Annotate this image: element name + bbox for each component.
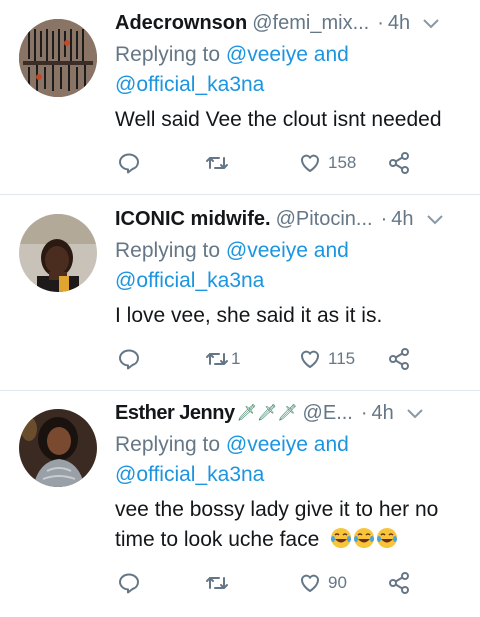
heart-icon [298, 571, 322, 595]
retweet-button[interactable] [205, 568, 229, 598]
timestamp[interactable]: 4h [372, 402, 394, 425]
share-icon [387, 347, 411, 371]
replying-to-line2: @official_ka3na [115, 460, 264, 490]
action-bar: 1 115 [115, 344, 466, 374]
like-count: 90 [328, 573, 347, 592]
retweet-count: 1 [231, 349, 241, 368]
display-name[interactable]: ICONIC midwife. [115, 208, 271, 231]
mention-link[interactable]: @official_ka3na [115, 463, 264, 486]
replying-to: Replying to @veeiye and [115, 236, 349, 266]
replying-to-line2: @official_ka3na [115, 266, 264, 296]
reply-button[interactable] [117, 568, 141, 598]
tweet-text-fragment: time to look uche face [115, 528, 320, 551]
tweet[interactable]: Adecrownson @femi_mix... · 4h Replying t… [0, 0, 480, 195]
share-button[interactable] [387, 148, 411, 178]
share-button[interactable] [387, 344, 411, 374]
mention-link[interactable]: @veeiye [226, 239, 308, 262]
display-name[interactable]: Esther Jenny [115, 402, 235, 425]
mention-link[interactable]: @official_ka3na [115, 269, 264, 292]
reply-icon [117, 151, 141, 175]
tweet[interactable]: ICONIC midwife. @Pitocin... · 4h Replyin… [0, 195, 480, 391]
mention-conjunction: and [313, 239, 349, 262]
retweet-button[interactable] [205, 148, 229, 178]
replying-prefix: Replying to [115, 239, 221, 262]
like-count: 158 [328, 153, 357, 172]
reply-button[interactable] [117, 148, 141, 178]
action-bar: 90 [115, 568, 466, 598]
tweet-header: Esther Jenny 🗡🗡🗡 @E... · 4h [115, 398, 466, 428]
share-icon [387, 151, 411, 175]
chevron-down-icon[interactable] [426, 210, 444, 228]
tweet-text: Well said Vee the clout isnt needed [115, 108, 442, 131]
retweet-icon [205, 151, 229, 175]
user-handle[interactable]: @femi_mix... [252, 12, 369, 35]
tweet-text: vee the bossy lady give it to her no tim… [115, 495, 466, 555]
chevron-down-icon[interactable] [422, 14, 440, 32]
display-name[interactable]: Adecrownson [115, 12, 247, 35]
like-button[interactable]: 115 [298, 344, 355, 374]
replying-to: Replying to @veeiye and [115, 430, 349, 460]
tweet-header: Adecrownson @femi_mix... · 4h [115, 8, 466, 38]
mention-link[interactable]: @veeiye [226, 433, 308, 456]
tweet[interactable]: Esther Jenny 🗡🗡🗡 @E... · 4h Replying to … [0, 391, 480, 617]
chevron-down-icon[interactable] [406, 404, 424, 422]
laughing-emoji [329, 528, 398, 551]
like-button[interactable]: 90 [298, 568, 347, 598]
tweet-header: ICONIC midwife. @Pitocin... · 4h [115, 204, 466, 234]
tweet-text: I love vee, she said it as it is. [115, 304, 383, 327]
user-handle[interactable]: @E... [303, 402, 353, 425]
separator-dot: · [377, 11, 384, 34]
retweet-icon [205, 347, 229, 371]
heart-icon [298, 347, 322, 371]
retweet-button[interactable]: 1 [205, 344, 240, 374]
replying-to-line2: @official_ka3na [115, 70, 264, 100]
separator-dot: · [380, 207, 388, 230]
reply-icon [117, 571, 141, 595]
avatar[interactable] [19, 214, 97, 292]
replying-prefix: Replying to [115, 43, 221, 66]
tweet-text-line: vee the bossy lady give it to her no [115, 498, 439, 521]
heart-icon [298, 151, 322, 175]
timestamp[interactable]: 4h [391, 208, 413, 231]
tweet-text-line: time to look uche face [115, 525, 466, 555]
mention-conjunction: and [313, 433, 349, 456]
separator-dot: · [360, 401, 368, 424]
reply-icon [117, 347, 141, 371]
mention-conjunction: and [313, 43, 349, 66]
timestamp[interactable]: 4h [388, 12, 410, 35]
mention-link[interactable]: @official_ka3na [115, 73, 264, 96]
replying-to: Replying to @veeiye and [115, 40, 349, 70]
avatar[interactable] [19, 19, 97, 97]
like-button[interactable]: 158 [298, 148, 356, 178]
user-handle[interactable]: @Pitocin... [276, 208, 373, 231]
dagger-emoji: 🗡🗡🗡 [236, 405, 298, 422]
like-count: 115 [328, 349, 356, 368]
action-bar: 158 [115, 148, 466, 178]
mention-link[interactable]: @veeiye [226, 43, 308, 66]
reply-button[interactable] [117, 344, 141, 374]
share-icon [387, 571, 411, 595]
avatar[interactable] [19, 409, 97, 487]
retweet-icon [205, 571, 229, 595]
replying-prefix: Replying to [115, 433, 221, 456]
share-button[interactable] [387, 568, 411, 598]
